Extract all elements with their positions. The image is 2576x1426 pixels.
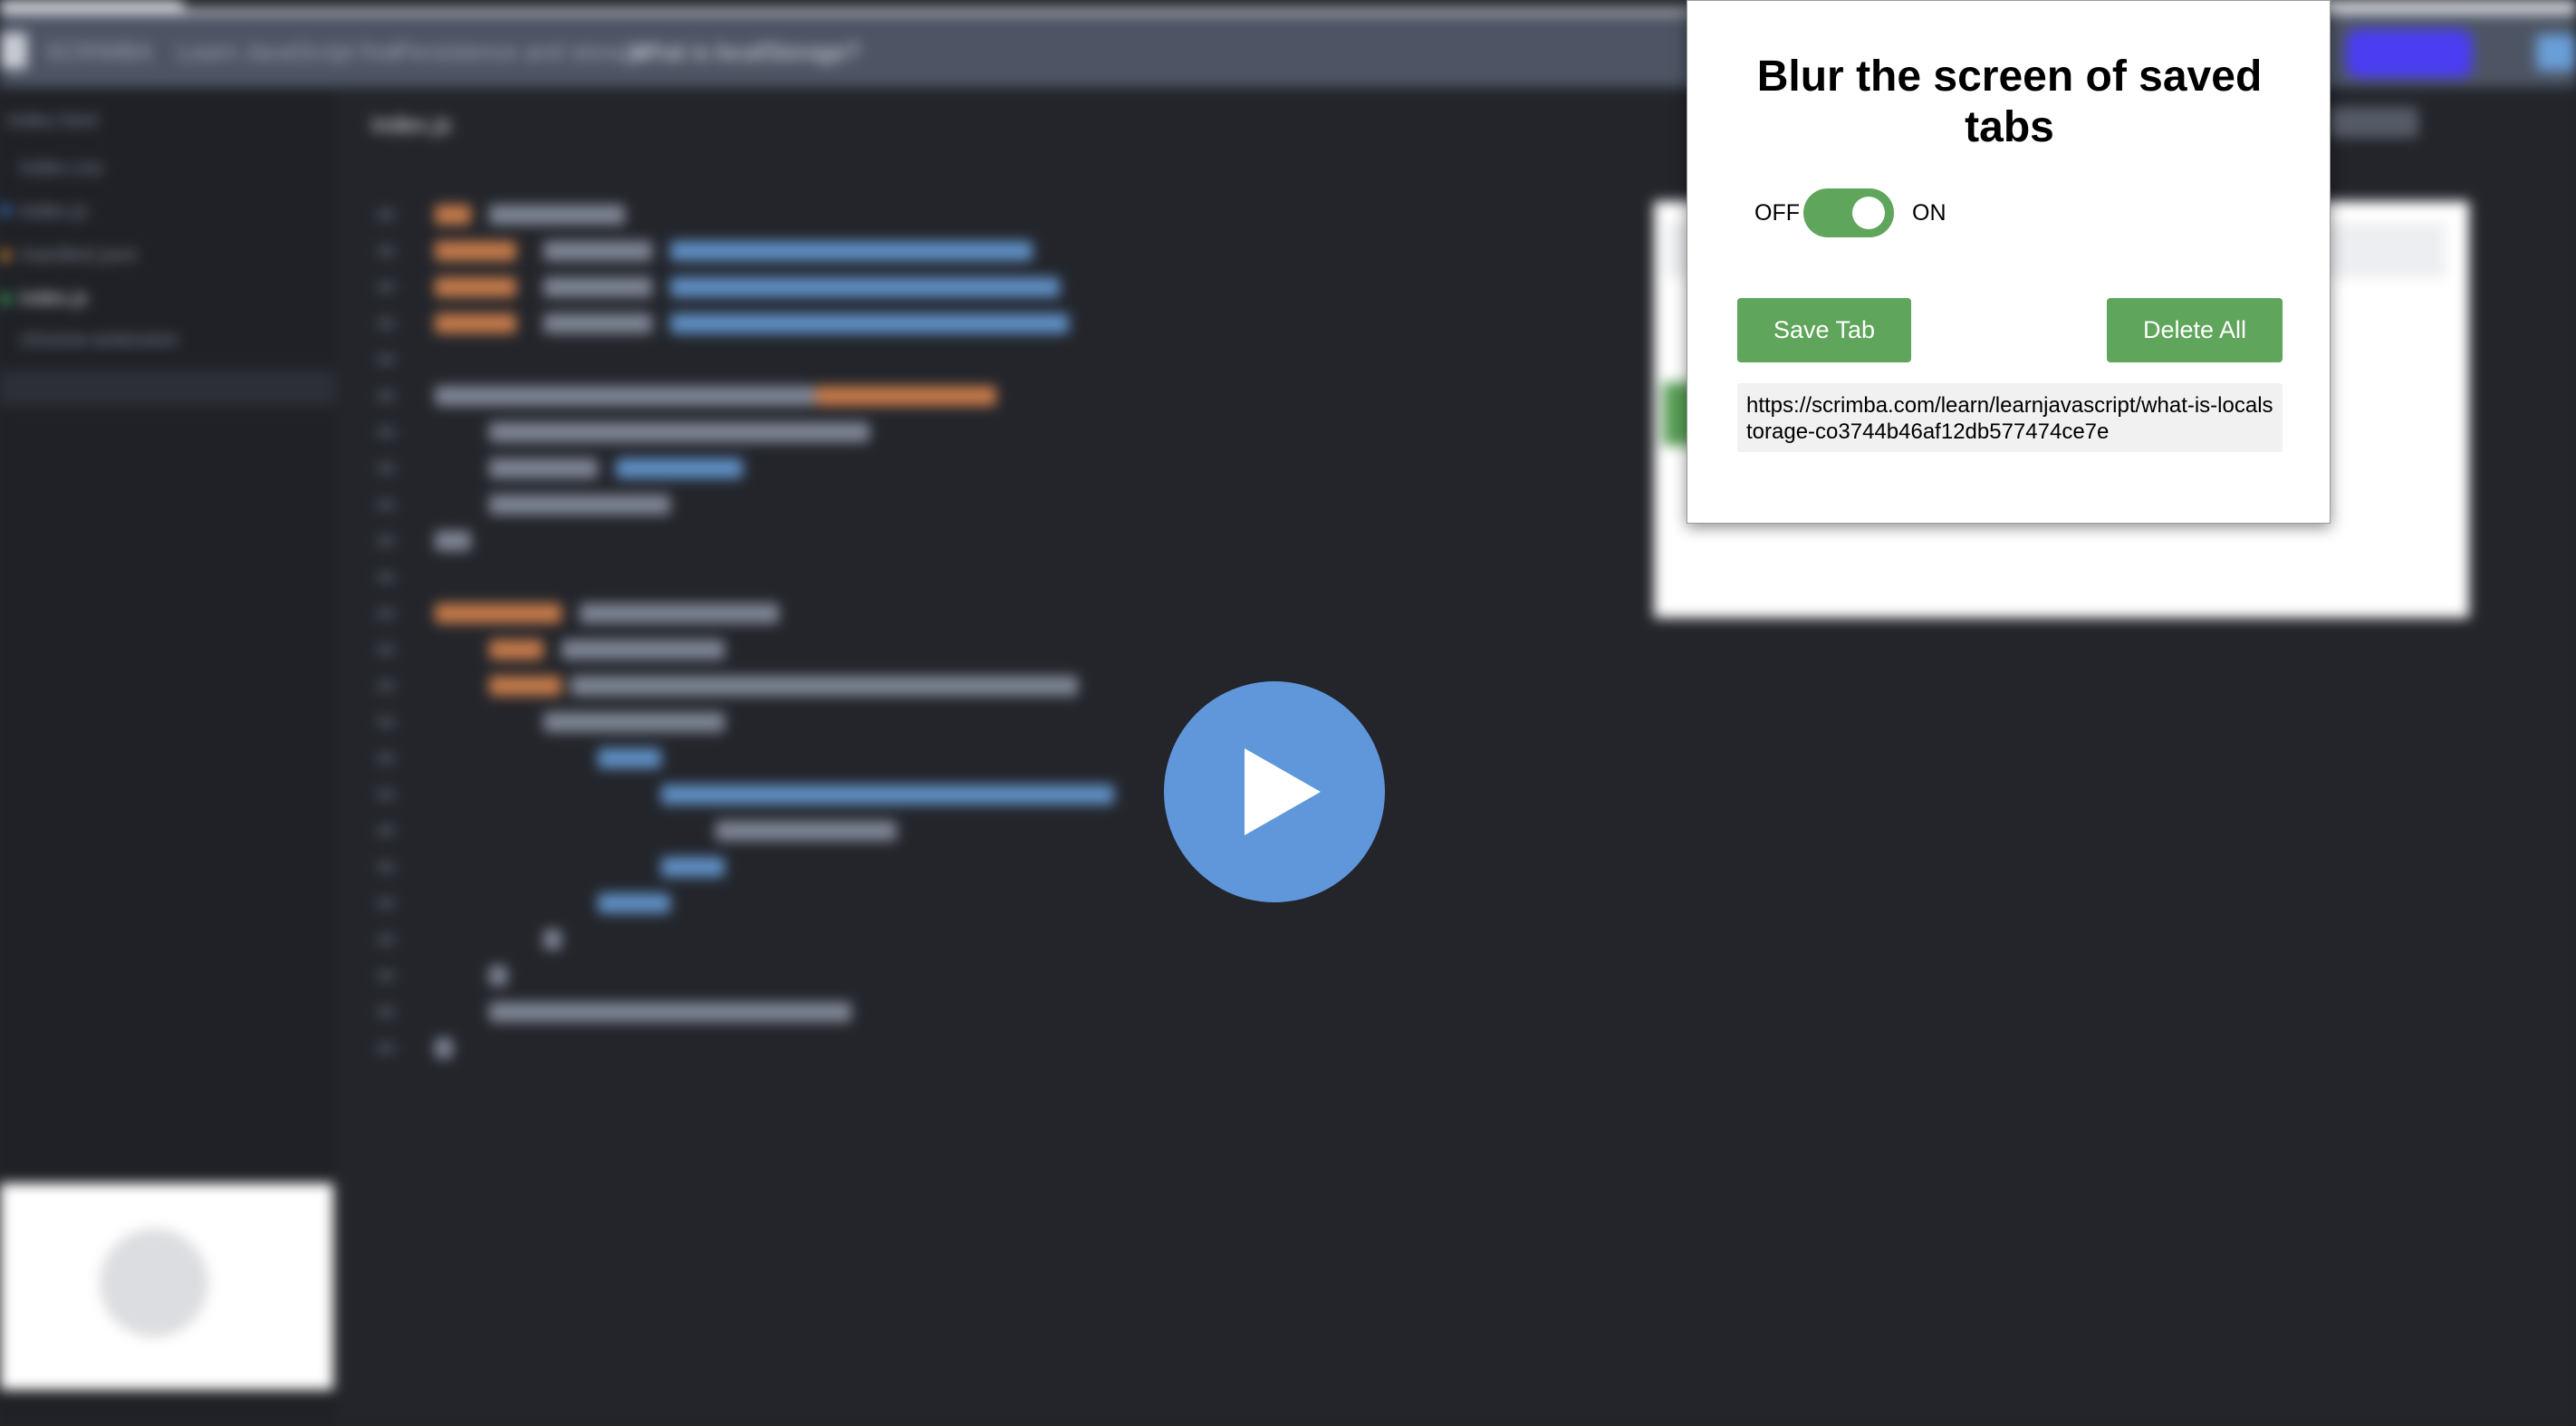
code-token xyxy=(543,930,562,949)
saved-tab-item[interactable]: https://scrimba.com/learn/learnjavascrip… xyxy=(1737,383,2283,452)
code-token xyxy=(489,966,507,986)
code-token xyxy=(598,893,670,913)
line-number xyxy=(377,246,395,256)
line-number xyxy=(377,862,395,872)
line-number xyxy=(377,463,395,474)
editor-file-tab[interactable]: index.js xyxy=(371,111,451,139)
line-number xyxy=(377,499,395,510)
header-action-button[interactable] xyxy=(2346,29,2473,78)
breadcrumb-current: What is localStorage? xyxy=(630,38,860,65)
line-number xyxy=(377,825,395,836)
code-token xyxy=(435,241,516,261)
toggle-knob xyxy=(1852,197,1885,229)
user-avatar[interactable] xyxy=(2536,34,2576,71)
line-number xyxy=(377,209,395,220)
code-token xyxy=(543,313,652,333)
code-token xyxy=(435,603,562,623)
code-token xyxy=(543,277,652,297)
code-token xyxy=(571,676,1078,696)
line-number xyxy=(377,608,395,619)
code-token xyxy=(435,531,471,551)
blur-toggle-row: OFF ON xyxy=(1754,188,1946,238)
line-number xyxy=(377,1007,395,1017)
code-token xyxy=(562,640,725,660)
line-number xyxy=(377,898,395,909)
play-button[interactable] xyxy=(1164,681,1385,902)
sidebar-file-active[interactable]: index.js xyxy=(20,286,88,310)
line-number xyxy=(377,644,395,655)
line-number xyxy=(377,535,395,546)
code-token xyxy=(435,313,516,333)
line-number xyxy=(377,390,395,401)
code-token xyxy=(489,422,870,442)
line-number xyxy=(377,717,395,727)
breadcrumb-item[interactable]: Learn JavaScript free xyxy=(178,38,401,66)
line-number xyxy=(377,753,395,764)
sidebar-file[interactable]: index.css xyxy=(20,156,103,179)
line-number xyxy=(377,354,395,365)
line-number xyxy=(377,282,395,293)
file-sidebar: index.html index.css index.js manifest.j… xyxy=(0,87,335,1426)
toggle-on-label: ON xyxy=(1912,199,1946,226)
save-tab-button[interactable]: Save Tab xyxy=(1737,298,1911,362)
sidebar-file[interactable]: manifest.json xyxy=(20,243,138,266)
code-token xyxy=(670,277,1060,297)
code-token xyxy=(435,1038,453,1058)
code-token xyxy=(716,821,897,841)
extension-popup: Blur the screen of saved tabs OFF ON Sav… xyxy=(1687,0,2331,524)
line-number xyxy=(377,427,395,438)
code-token xyxy=(815,386,996,406)
play-icon xyxy=(1245,748,1321,835)
code-token xyxy=(489,205,625,225)
line-number xyxy=(377,789,395,800)
sidebar-file[interactable]: chrome-extension xyxy=(20,328,178,352)
code-token xyxy=(670,313,1069,333)
code-token xyxy=(661,857,725,877)
popup-title: Blur the screen of saved tabs xyxy=(1756,53,2263,151)
code-token xyxy=(435,386,815,406)
code-token xyxy=(489,676,562,696)
code-token xyxy=(489,495,670,515)
app-logo xyxy=(0,33,27,69)
sidebar-file[interactable]: index.html xyxy=(7,109,98,132)
breadcrumb-item[interactable]: SCRIMBA xyxy=(45,38,152,66)
code-token xyxy=(543,712,725,732)
code-token xyxy=(661,785,1114,805)
blur-toggle-switch[interactable] xyxy=(1803,188,1894,237)
video-thumbnail[interactable] xyxy=(0,1183,333,1390)
code-token xyxy=(489,458,598,478)
code-token xyxy=(616,458,743,478)
code-token xyxy=(670,241,1033,261)
delete-all-button[interactable]: Delete All xyxy=(2107,298,2283,362)
code-token xyxy=(489,640,543,660)
code-token xyxy=(580,603,779,623)
sidebar-file[interactable]: index.js xyxy=(20,199,88,223)
line-number xyxy=(377,970,395,981)
breadcrumb-item[interactable]: Persistence and storage xyxy=(395,38,649,66)
toggle-off-label: OFF xyxy=(1754,199,1800,226)
line-number xyxy=(377,318,395,329)
editor-action-pill[interactable] xyxy=(2328,107,2418,138)
line-number xyxy=(377,572,395,583)
line-number xyxy=(377,934,395,945)
line-number xyxy=(377,1043,395,1054)
code-token xyxy=(435,205,471,225)
code-token xyxy=(598,748,661,768)
code-token xyxy=(543,241,652,261)
code-token xyxy=(489,1002,851,1022)
line-number xyxy=(377,680,395,691)
code-token xyxy=(435,277,516,297)
